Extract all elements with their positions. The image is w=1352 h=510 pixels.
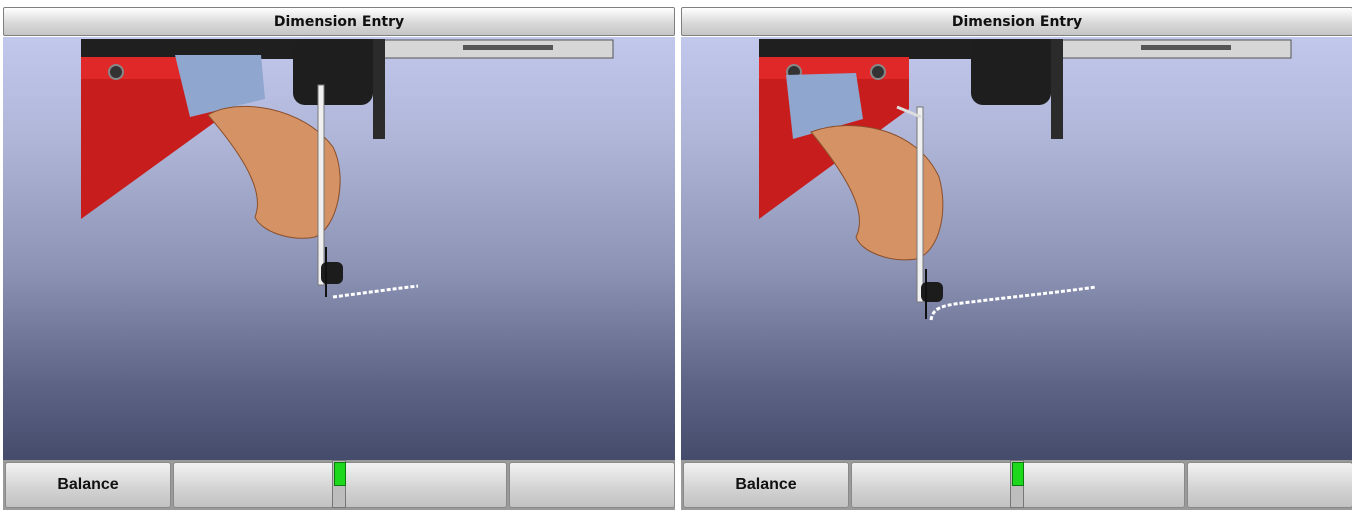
status-indicator [332, 460, 346, 508]
illustration-area [3, 37, 675, 460]
softkey-2[interactable] [173, 462, 339, 508]
green-led-icon [1012, 462, 1024, 486]
balance-button[interactable]: Balance [683, 462, 849, 508]
dimension-arm-illustration [759, 39, 1292, 321]
dimension-arm-illustration [81, 39, 614, 299]
illustration-area [681, 37, 1352, 460]
softkey-2[interactable] [851, 462, 1017, 508]
status-indicator [1010, 460, 1024, 508]
panel-title: Dimension Entry [681, 7, 1352, 36]
softkey-4[interactable] [509, 462, 675, 508]
softkey-3[interactable] [341, 462, 507, 508]
green-led-icon [334, 462, 346, 486]
softkey-3[interactable] [1019, 462, 1185, 508]
panel-title: Dimension Entry [3, 7, 675, 36]
softkey-4[interactable] [1187, 462, 1352, 508]
balance-button[interactable]: Balance [5, 462, 171, 508]
left-panel: Dimension Entry Balance [3, 0, 675, 510]
right-panel: Dimension Entry Balance [681, 0, 1352, 510]
